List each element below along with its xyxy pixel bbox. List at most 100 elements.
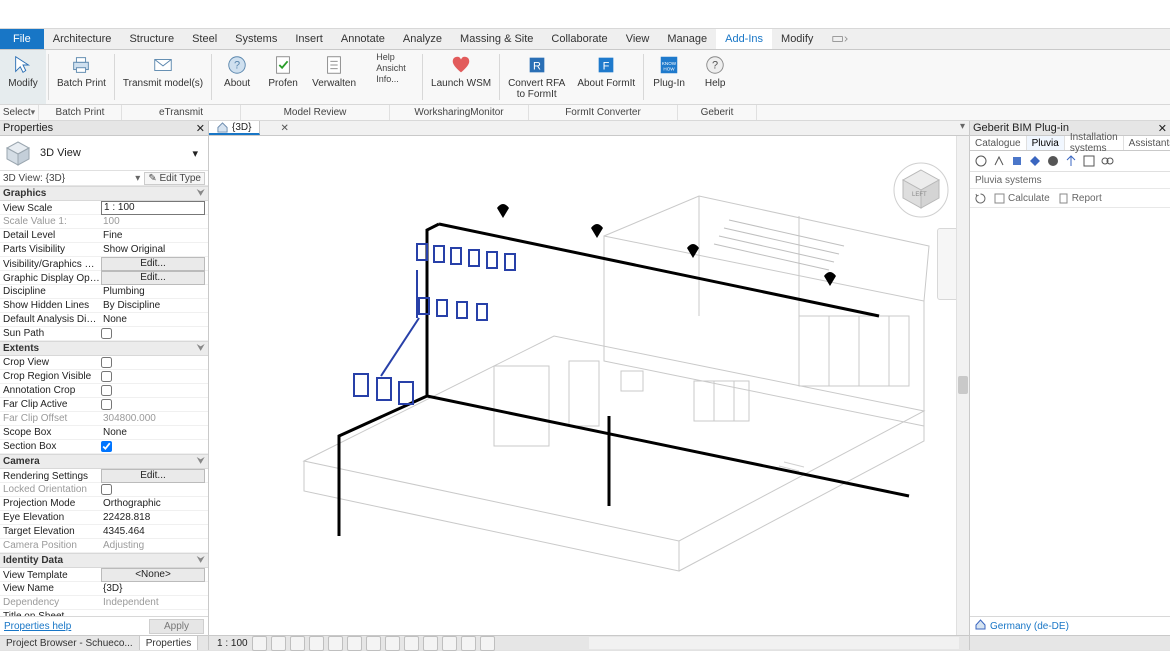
prop-edit-button[interactable]: Edit... [101, 469, 205, 483]
prop-edit-button[interactable]: <None> [101, 568, 205, 582]
tab-massing-site[interactable]: Massing & Site [451, 29, 542, 49]
tab-insert[interactable]: Insert [286, 29, 332, 49]
prop-checkbox[interactable] [101, 371, 112, 382]
prop-value[interactable]: By Discipline [101, 300, 205, 311]
launch-wsm-button[interactable]: Launch WSM [425, 50, 497, 104]
info-mini[interactable]: Info... [376, 74, 399, 84]
select-panel-label[interactable]: Select [0, 105, 39, 120]
type-selector[interactable]: 3D View▾ [0, 136, 208, 171]
edit-type-button[interactable]: ✎ Edit Type [144, 172, 205, 185]
prop-edit-button[interactable]: Edit... [101, 257, 205, 271]
modify-button[interactable]: Modify [0, 50, 46, 104]
view-scale[interactable]: 1 : 100 [217, 638, 248, 649]
bottom-tab-project-browser[interactable]: Project Browser - Schueco... [0, 636, 140, 650]
prop-checkbox[interactable] [101, 399, 112, 410]
prop-value[interactable]: 22428.818 [101, 512, 205, 523]
verwalten-button[interactable]: Verwalten [306, 50, 362, 104]
drawing-canvas[interactable]: LEFT [209, 136, 969, 635]
section-camera[interactable]: Camera⮟ [0, 454, 208, 469]
geberit-tab-catalogue[interactable]: Catalogue [970, 136, 1027, 150]
prop-value[interactable]: Adjusting [101, 540, 205, 551]
prop-value[interactable]: 304800.000 [101, 413, 205, 424]
help-mini[interactable]: Help [376, 52, 395, 62]
geberit-tab-installation[interactable]: Installation systems [1065, 136, 1124, 150]
geberit-report[interactable]: Report [1058, 193, 1102, 204]
tab-annotate[interactable]: Annotate [332, 29, 394, 49]
geberit-tab-assistants[interactable]: Assistants [1124, 136, 1170, 150]
prop-edit-button[interactable]: Edit... [101, 271, 205, 285]
transmit-button[interactable]: Transmit model(s) [117, 50, 209, 104]
tab-addins[interactable]: Add-Ins [716, 29, 772, 49]
apply-button[interactable]: Apply [149, 619, 204, 634]
prop-value[interactable]: 100 [101, 216, 205, 227]
prop-checkbox[interactable] [101, 484, 112, 495]
geberit-refresh[interactable] [975, 193, 986, 204]
tab-manage[interactable]: Manage [658, 29, 716, 49]
prop-checkbox[interactable] [101, 385, 112, 396]
prop-value[interactable]: 4345.464 [101, 526, 205, 537]
vcb-icon-1[interactable] [252, 636, 267, 651]
prop-value[interactable]: None [101, 427, 205, 438]
vcb-icon-13[interactable] [480, 636, 495, 651]
prop-value[interactable]: Orthographic [101, 498, 205, 509]
prop-value[interactable]: Independent [101, 597, 205, 608]
vcb-icon-12[interactable] [461, 636, 476, 651]
gb-icon-5[interactable] [1046, 154, 1060, 168]
prop-checkbox[interactable] [101, 328, 112, 339]
properties-close-icon[interactable]: ✕ [196, 122, 205, 135]
canvas-vertical-scrollbar[interactable] [956, 136, 969, 635]
gb-icon-2[interactable] [992, 154, 1006, 168]
about-formit-button[interactable]: F About FormIt [571, 50, 641, 104]
convert-rfa-button[interactable]: R Convert RFAto FormIt [502, 50, 571, 104]
tab-analyze[interactable]: Analyze [394, 29, 451, 49]
batch-print-button[interactable]: Batch Print [51, 50, 112, 104]
prop-value[interactable]: Show Original [101, 244, 205, 255]
vcb-icon-9[interactable] [404, 636, 419, 651]
geberit-close-icon[interactable]: ✕ [1158, 122, 1167, 135]
gb-icon-3[interactable] [1010, 154, 1024, 168]
vcb-icon-2[interactable] [271, 636, 286, 651]
gb-icon-8[interactable] [1100, 154, 1114, 168]
prop-value[interactable]: {3D} [101, 583, 205, 594]
about-button[interactable]: ? About [214, 50, 260, 104]
instance-dropdown[interactable]: ▾ [132, 173, 140, 184]
vcb-icon-5[interactable] [328, 636, 343, 651]
geberit-calculate[interactable]: Calculate [994, 193, 1050, 204]
geberit-tab-pluvia[interactable]: Pluvia [1027, 136, 1065, 150]
plugin-button[interactable]: KNOWHOW Plug-In [646, 50, 692, 104]
prop-checkbox[interactable] [101, 441, 112, 452]
vcb-icon-3[interactable] [290, 636, 305, 651]
gb-icon-7[interactable] [1082, 154, 1096, 168]
vcb-icon-11[interactable] [442, 636, 457, 651]
gb-icon-1[interactable] [974, 154, 988, 168]
prop-checkbox[interactable] [101, 357, 112, 368]
properties-help-link[interactable]: Properties help [4, 621, 71, 632]
prop-value[interactable]: Plumbing [101, 286, 205, 297]
vcb-icon-4[interactable] [309, 636, 324, 651]
tab-systems[interactable]: Systems [226, 29, 286, 49]
tab-collaborate[interactable]: Collaborate [542, 29, 616, 49]
gb-icon-4[interactable] [1028, 154, 1042, 168]
ansicht-mini[interactable]: Ansicht [376, 63, 406, 73]
vcb-icon-7[interactable] [366, 636, 381, 651]
section-identity-data[interactable]: Identity Data⮟ [0, 553, 208, 568]
tab-structure[interactable]: Structure [120, 29, 183, 49]
ribbon-collapse[interactable] [832, 29, 848, 49]
tab-architecture[interactable]: Architecture [44, 29, 121, 49]
tab-view[interactable]: View [617, 29, 659, 49]
file-tab[interactable]: File [0, 29, 44, 49]
help-button[interactable]: ? Help [692, 50, 738, 104]
prop-input[interactable]: 1 : 100 [101, 201, 205, 215]
vcb-icon-6[interactable] [347, 636, 362, 651]
section-graphics[interactable]: Graphics⮟ [0, 186, 208, 201]
vcb-icon-8[interactable] [385, 636, 400, 651]
vcb-icon-10[interactable] [423, 636, 438, 651]
gb-icon-6[interactable] [1064, 154, 1078, 168]
doc-tabs-dropdown[interactable]: ▾ [960, 121, 965, 132]
canvas-horizontal-scrollbar[interactable] [589, 637, 959, 649]
document-tab-3d[interactable]: {3D} [209, 121, 260, 135]
prop-value[interactable]: Fine [101, 230, 205, 241]
doc-tab-close-icon[interactable]: ✕ [280, 121, 288, 135]
tab-steel[interactable]: Steel [183, 29, 226, 49]
bottom-tab-properties[interactable]: Properties [140, 636, 199, 650]
